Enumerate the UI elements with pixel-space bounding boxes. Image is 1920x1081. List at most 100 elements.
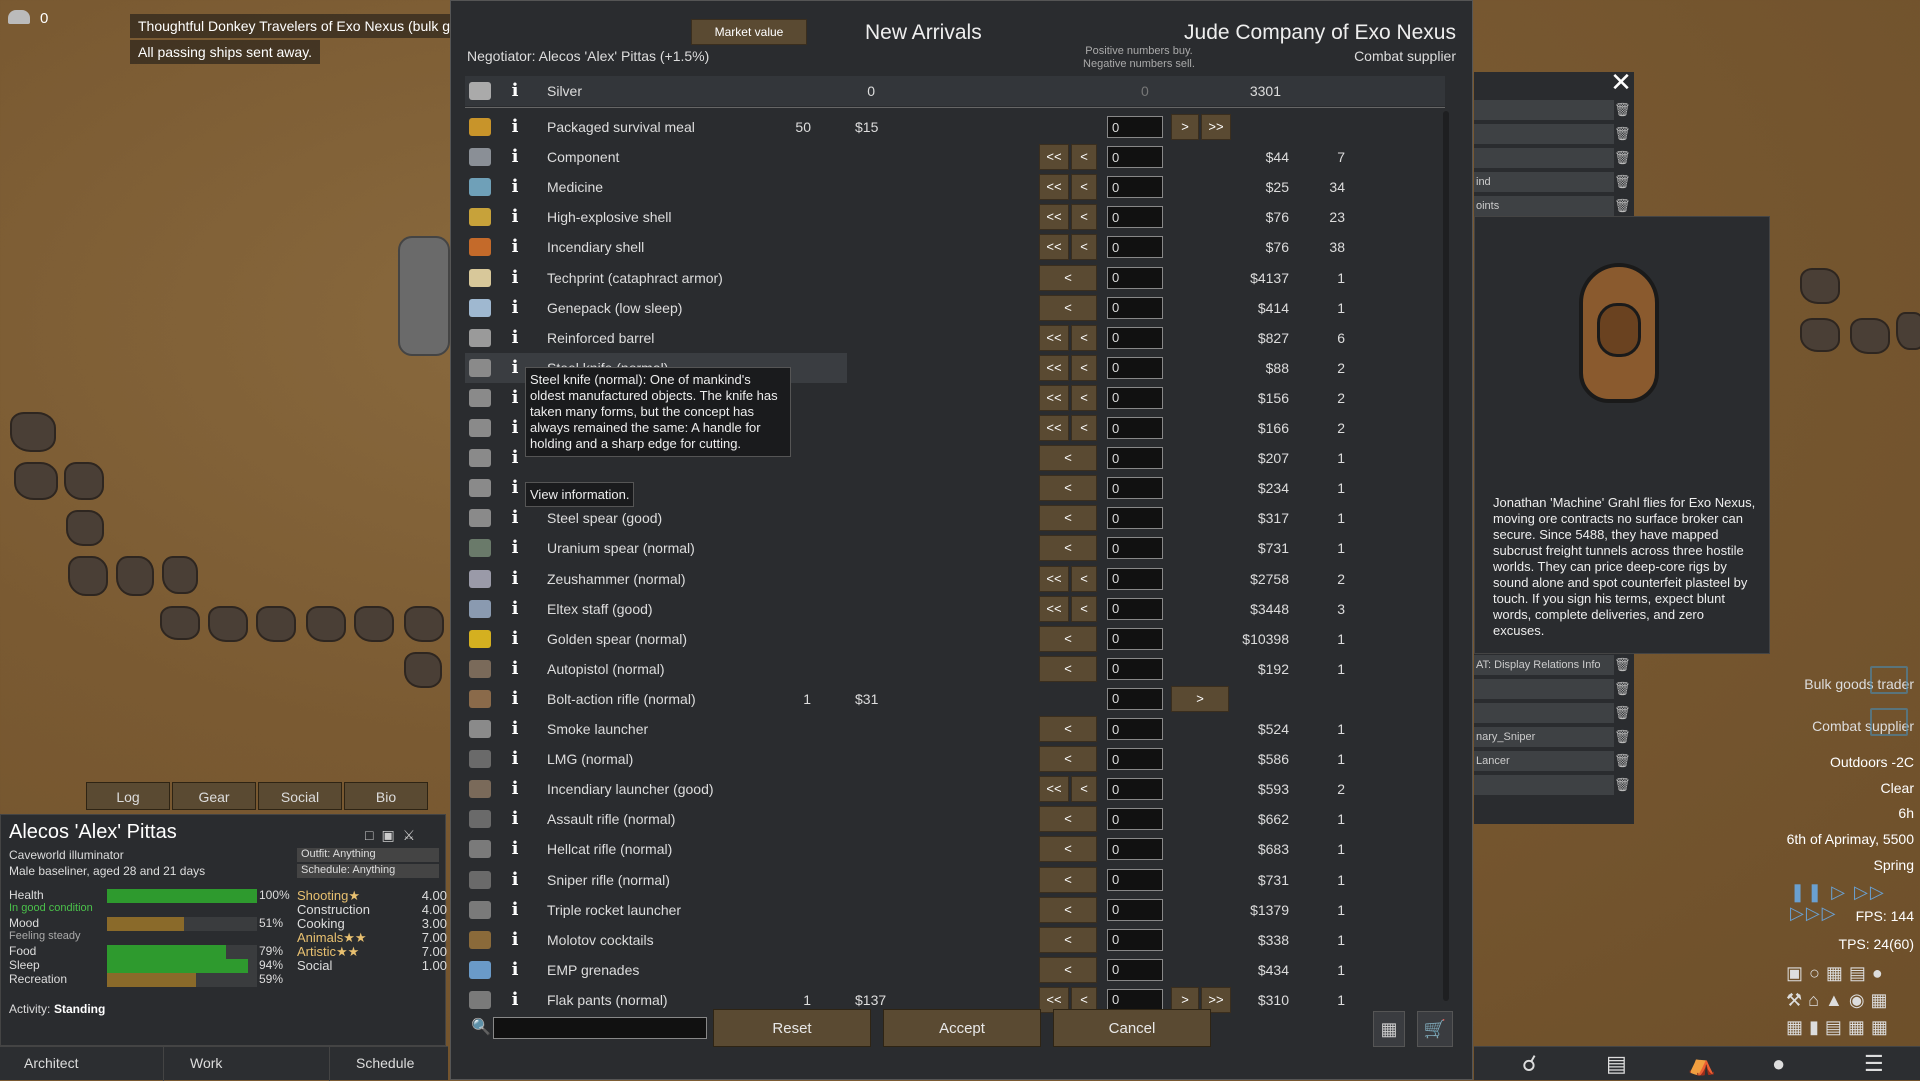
trade-count-input[interactable]	[1107, 296, 1163, 319]
trade-count-input[interactable]	[1107, 838, 1163, 861]
info-icon[interactable]: i	[509, 206, 521, 228]
buy-all-button[interactable]: >>	[1201, 114, 1231, 140]
cart-icon[interactable]: 🛒	[1417, 1011, 1453, 1047]
info-icon[interactable]: i	[509, 568, 521, 590]
info-icon[interactable]: i	[509, 718, 521, 740]
trash-icon[interactable]: 🗑	[1614, 705, 1631, 721]
info-icon[interactable]: i	[509, 899, 521, 921]
speed-controls[interactable]: ❚❚ ▷ ▷▷ ▷▷▷	[1790, 882, 1916, 923]
relation-item[interactable]	[1474, 679, 1614, 700]
info-icon[interactable]: i	[509, 778, 521, 800]
info-icon[interactable]: i	[509, 838, 521, 860]
trade-count-input[interactable]	[1107, 808, 1163, 831]
sell-all-button[interactable]: <<	[1039, 174, 1069, 201]
trade-count-input[interactable]	[1107, 447, 1163, 470]
info-icon[interactable]: i	[509, 236, 521, 258]
trash-icon[interactable]: 🗑	[1614, 777, 1631, 793]
trade-count-input[interactable]	[1107, 236, 1163, 259]
sell-one-button[interactable]: <	[1039, 535, 1097, 562]
pawn-tab-bio[interactable]: Bio	[344, 782, 428, 810]
trade-count-input[interactable]	[1107, 356, 1163, 379]
trade-count-input[interactable]	[1107, 898, 1163, 921]
accept-button[interactable]: Accept	[883, 1009, 1041, 1047]
sell-one-button[interactable]: <	[1039, 866, 1097, 893]
pawn-action-icons[interactable]: □▣⚔	[365, 827, 423, 844]
sell-all-button[interactable]: <<	[1039, 415, 1069, 441]
trade-count-input[interactable]	[1107, 266, 1163, 289]
trade-count-input[interactable]	[1107, 417, 1163, 439]
info-icon[interactable]: i	[509, 357, 521, 379]
sell-one-button[interactable]: <	[1071, 174, 1097, 201]
sell-one-button[interactable]: <	[1039, 746, 1097, 773]
trade-count-input[interactable]	[1107, 778, 1163, 801]
trade-count-input[interactable]	[1107, 657, 1163, 680]
info-icon[interactable]: i	[509, 869, 521, 891]
relation-item[interactable]	[1474, 775, 1614, 796]
trade-count-input[interactable]	[1107, 687, 1163, 710]
relation-item[interactable]	[1474, 148, 1614, 169]
sell-one-button[interactable]: <	[1039, 445, 1097, 472]
trash-icon[interactable]: 🗑	[1614, 126, 1631, 142]
sell-all-button[interactable]: <<	[1039, 324, 1069, 351]
sell-all-button[interactable]: <<	[1039, 204, 1069, 231]
info-icon[interactable]: i	[509, 537, 521, 559]
sell-one-button[interactable]: <	[1071, 144, 1097, 171]
info-icon[interactable]: i	[509, 447, 521, 469]
trash-icon[interactable]: 🗑	[1614, 102, 1631, 118]
play-settings-icons[interactable]: ▣○▦▤● ⚒⌂▲◉▦ ▦▮▤▦▦	[1786, 960, 1920, 1044]
info-icon[interactable]: i	[509, 507, 521, 529]
sell-one-button[interactable]: <	[1039, 505, 1097, 532]
trade-count-input[interactable]	[1107, 206, 1163, 229]
sell-one-button[interactable]: <	[1071, 324, 1097, 351]
trade-count-input[interactable]	[1107, 507, 1163, 530]
sell-one-button[interactable]: <	[1039, 294, 1097, 321]
info-icon[interactable]: i	[509, 477, 521, 499]
trash-icon[interactable]: 🗑	[1614, 150, 1631, 166]
relation-item[interactable]: Lancer	[1474, 751, 1614, 772]
info-icon[interactable]: i	[509, 808, 521, 830]
trash-icon[interactable]: 🗑	[1614, 681, 1631, 697]
sell-one-button[interactable]: <	[1039, 836, 1097, 863]
info-icon[interactable]: i	[509, 628, 521, 650]
scrollbar[interactable]	[1443, 111, 1449, 1001]
search-icon[interactable]: ☌	[1522, 1051, 1537, 1077]
book-icon[interactable]: ▤	[1606, 1051, 1627, 1077]
factions-icon[interactable]: ⛺	[1688, 1051, 1715, 1077]
sell-one-button[interactable]: <	[1071, 384, 1097, 411]
trade-count-input[interactable]	[1107, 386, 1163, 409]
sell-one-button[interactable]: <	[1039, 806, 1097, 833]
info-icon[interactable]: i	[509, 658, 521, 680]
relation-item[interactable]	[1474, 703, 1614, 724]
relation-item[interactable]	[1474, 124, 1614, 145]
trash-icon[interactable]: 🗑	[1614, 174, 1631, 190]
sell-all-button[interactable]: <<	[1039, 234, 1069, 261]
info-icon[interactable]: i	[509, 146, 521, 168]
reset-button[interactable]: Reset	[713, 1009, 871, 1047]
ship-icon[interactable]	[1870, 708, 1908, 736]
relation-item[interactable]: ind	[1474, 172, 1614, 193]
outfit-selector[interactable]: Outfit: Anything	[297, 848, 439, 862]
sell-one-button[interactable]: <	[1039, 956, 1097, 983]
menu-icon[interactable]: ☰	[1864, 1051, 1884, 1077]
trade-count-input[interactable]	[1107, 116, 1163, 138]
info-icon[interactable]: i	[509, 176, 521, 198]
relation-item[interactable]: oints	[1474, 196, 1614, 217]
info-icon[interactable]: i	[509, 116, 521, 138]
trade-count-input[interactable]	[1107, 958, 1163, 981]
trade-count-input[interactable]	[1107, 477, 1163, 500]
relation-item[interactable]: AT: Display Relations Info	[1474, 655, 1614, 676]
info-icon[interactable]: i	[509, 929, 521, 951]
trade-count-input[interactable]	[1107, 718, 1163, 740]
trade-count-input[interactable]	[1107, 146, 1163, 169]
sell-one-button[interactable]: <	[1071, 415, 1097, 441]
info-icon[interactable]: i	[509, 688, 521, 710]
gift-icon[interactable]: ▦	[1373, 1011, 1405, 1047]
info-icon[interactable]: i	[509, 748, 521, 770]
info-icon[interactable]: i	[509, 80, 521, 102]
pawn-tab-social[interactable]: Social	[258, 782, 342, 810]
trash-icon[interactable]: 🗑	[1614, 198, 1631, 214]
sell-one-button[interactable]: <	[1039, 926, 1097, 953]
buy-one-button[interactable]: >	[1171, 685, 1229, 712]
trade-count-input[interactable]	[1107, 567, 1163, 590]
sell-one-button[interactable]: <	[1039, 655, 1097, 682]
